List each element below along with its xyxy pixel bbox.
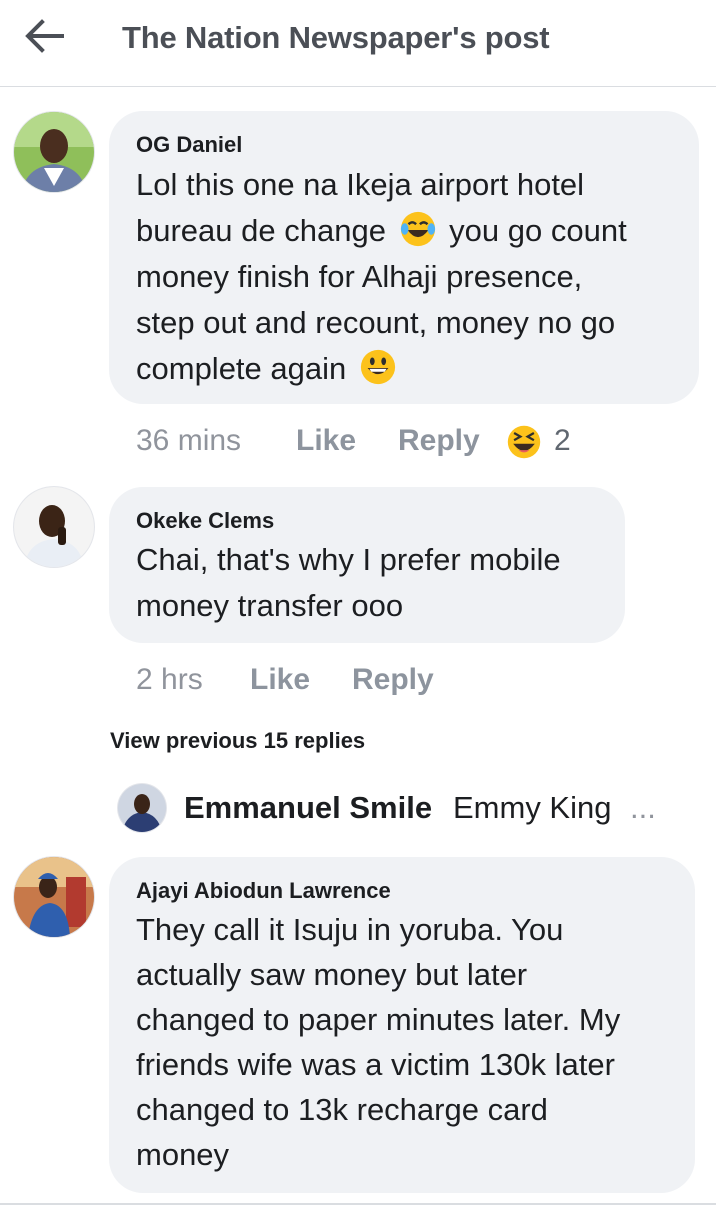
avatar-photo: [14, 112, 94, 192]
comment-text-line: friends wife was a victim 130k later: [136, 1047, 615, 1082]
comment-time: 36 mins: [136, 424, 242, 457]
avatar-photo: [14, 857, 94, 937]
reply-button[interactable]: Reply: [352, 663, 434, 697]
comment-text-line: changed to 13k recharge card: [136, 1092, 548, 1127]
face-with-tears-of-joy-icon: [400, 211, 435, 247]
comment-author[interactable]: OG Daniel: [136, 132, 242, 158]
comment-text-line: bureau de change you go count: [136, 208, 627, 254]
avatar-og-daniel[interactable]: [14, 112, 94, 192]
reply-button[interactable]: Reply: [398, 424, 480, 458]
comment-text-line: Lol this one na Ikeja airport hotel: [136, 167, 585, 202]
page-title: The Nation Newspaper's post: [122, 20, 550, 55]
comment-text-line: complete again: [136, 346, 401, 392]
comment-text-line: Chai, that's why I prefer mobile: [136, 542, 561, 577]
back-button[interactable]: [20, 16, 70, 56]
comment-text-line: money finish for Alhaji presence,: [136, 259, 583, 294]
comment-text-line: money: [136, 1137, 230, 1172]
arrow-left-icon: [25, 19, 64, 53]
comment-text-line: step out and recount, money no go: [136, 305, 616, 340]
grinning-face-icon: [360, 349, 395, 385]
like-button[interactable]: Like: [296, 424, 356, 458]
avatar-okeke-clems[interactable]: [14, 487, 94, 567]
comment-time: 2 hrs: [136, 663, 203, 696]
reply-preview-ellipsis: ...: [630, 790, 656, 825]
reply-preview-text[interactable]: Emmy King: [453, 790, 611, 826]
comment-text-line: They call it Isuju in yoruba. You: [136, 912, 564, 947]
comment-author[interactable]: Ajayi Abiodun Lawrence: [136, 878, 391, 904]
comment-text-line: actually saw money but later: [136, 957, 528, 992]
avatar-emmanuel-smile[interactable]: [118, 784, 166, 832]
comment-text-line: money transfer ooo: [136, 588, 404, 623]
header-bar: The Nation Newspaper's post: [0, 0, 716, 87]
reaction-count[interactable]: 2: [554, 424, 571, 458]
comment-text-line: changed to paper minutes later. My: [136, 1002, 621, 1037]
laughing-squinting-face-icon[interactable]: [506, 424, 542, 460]
view-previous-replies-link[interactable]: View previous 15 replies: [110, 728, 365, 754]
avatar-photo: [118, 784, 166, 832]
comment-author[interactable]: Okeke Clems: [136, 508, 274, 534]
avatar-photo: [14, 487, 94, 567]
reply-preview-author[interactable]: Emmanuel Smile: [184, 790, 432, 826]
bottom-divider: [0, 1203, 716, 1205]
like-button[interactable]: Like: [250, 663, 310, 697]
avatar-ajayi-abiodun-lawrence[interactable]: [14, 857, 94, 937]
